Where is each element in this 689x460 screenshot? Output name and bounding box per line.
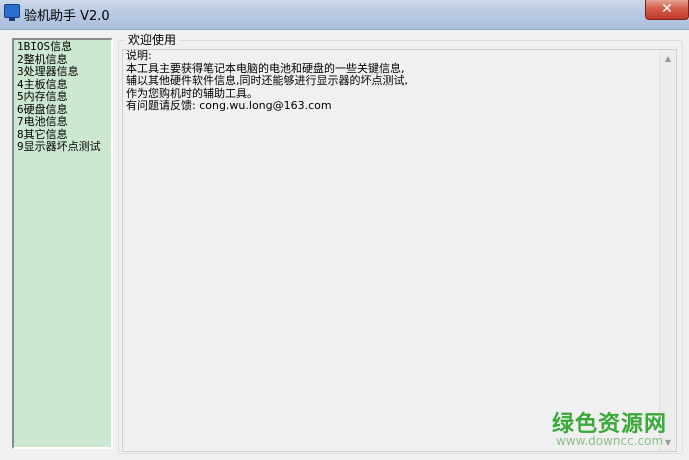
menu-item-bios[interactable]: 1BIOS信息 [17, 40, 111, 54]
close-button[interactable]: ✕ [645, 0, 689, 20]
window-title: 验机助手 V2.0 [24, 9, 110, 24]
menu-item-display-test[interactable]: 9显示器坏点测试 [17, 140, 111, 154]
groupbox-title: 欢迎使用 [125, 34, 180, 47]
info-menu-list[interactable]: 1BIOS信息 2整机信息 3处理器信息 4主板信息 5内存信息 6硬盘信息 7… [12, 38, 113, 449]
info-text-content: 说明: 本工具主要获得笔记本电脑的电池和硬盘的一些关键信息, 辅以其他硬件软件信… [126, 49, 656, 113]
monitor-icon [4, 4, 20, 21]
watermark-url: www.downcc.com [556, 434, 664, 448]
window-client-area: 1BIOS信息 2整机信息 3处理器信息 4主板信息 5内存信息 6硬盘信息 7… [0, 30, 689, 460]
feedback-line: 有问题请反馈: cong.wu.long@163.com [126, 99, 332, 112]
text-line: 说明: [126, 49, 152, 62]
info-text-area[interactable]: 说明: 本工具主要获得笔记本电脑的电池和硬盘的一些关键信息, 辅以其他硬件软件信… [122, 49, 677, 452]
text-line: 辅以其他硬件软件信息,同时还能够进行显示器的坏点测试, [126, 74, 408, 87]
scroll-up-arrow-icon[interactable]: ▲ [660, 50, 676, 67]
menu-item-memory[interactable]: 5内存信息 [17, 90, 111, 104]
menu-item-battery[interactable]: 7电池信息 [17, 115, 111, 129]
menu-item-cpu[interactable]: 3处理器信息 [17, 65, 111, 79]
vertical-scrollbar[interactable]: ▲ ▼ [659, 50, 676, 451]
title-bar[interactable]: 验机助手 V2.0 ✕ [0, 0, 689, 30]
